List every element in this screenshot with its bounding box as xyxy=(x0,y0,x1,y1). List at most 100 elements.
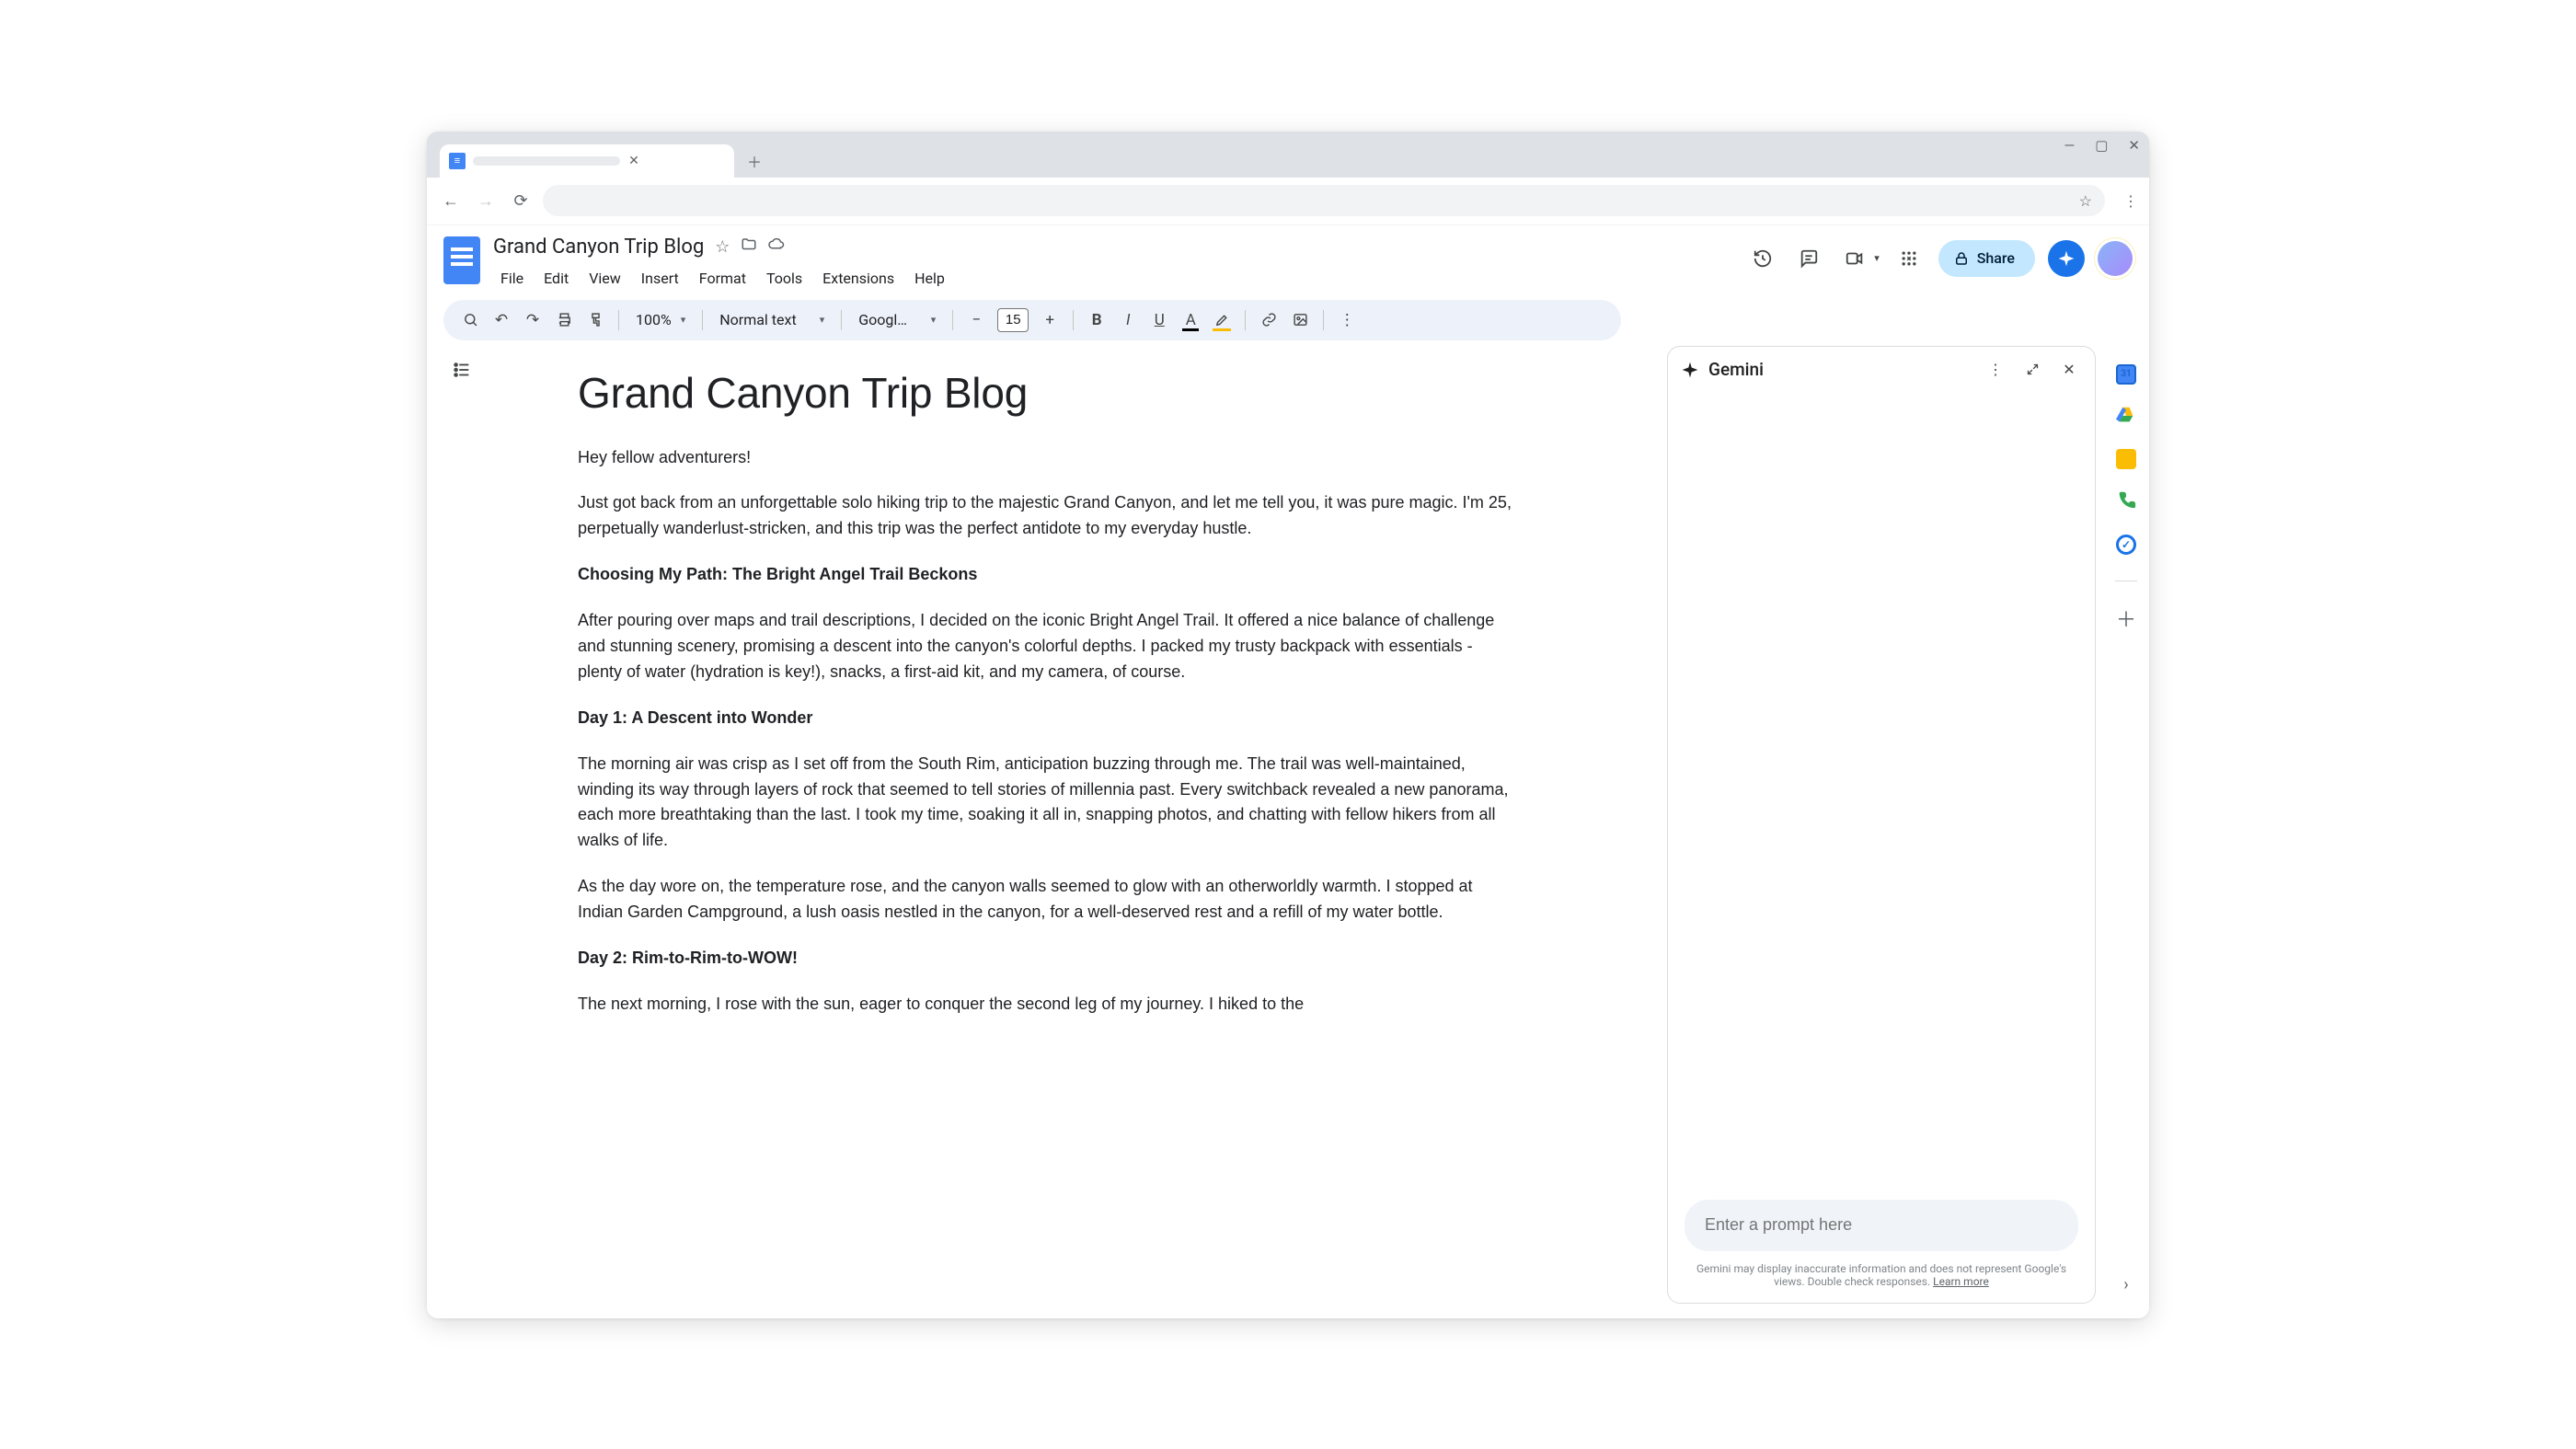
gemini-expand-icon[interactable] xyxy=(2019,357,2045,383)
menu-bar: File Edit View Insert Format Tools Exten… xyxy=(493,266,1733,291)
text-color-button[interactable]: A xyxy=(1177,306,1204,334)
menu-help[interactable]: Help xyxy=(907,266,952,291)
menu-extensions[interactable]: Extensions xyxy=(815,266,902,291)
doc-paragraph[interactable]: As the day wore on, the temperature rose… xyxy=(578,874,1516,926)
doc-paragraph[interactable]: Hey fellow adventurers! xyxy=(578,445,1516,471)
menu-insert[interactable]: Insert xyxy=(634,266,686,291)
menu-edit[interactable]: Edit xyxy=(536,266,576,291)
browser-tab-active[interactable]: ≡ ✕ xyxy=(440,144,734,178)
close-tab-icon[interactable]: ✕ xyxy=(627,154,640,168)
browser-toolbar: ← → ⟳ ☆ ⋮ xyxy=(427,178,2149,225)
print-icon[interactable] xyxy=(550,306,578,334)
star-document-icon[interactable]: ☆ xyxy=(715,237,730,257)
gemini-spark-icon xyxy=(1681,361,1699,379)
apps-icon[interactable] xyxy=(1892,242,1926,275)
maximize-button[interactable]: ▢ xyxy=(2095,137,2108,154)
gemini-side-panel: Gemini ⋮ ✕ Gemini may display inaccurate… xyxy=(1667,346,2096,1304)
address-bar[interactable]: ☆ xyxy=(543,185,2105,216)
doc-subheading[interactable]: Choosing My Path: The Bright Angel Trail… xyxy=(578,562,1516,588)
back-button[interactable]: ← xyxy=(438,191,464,211)
account-avatar[interactable] xyxy=(2098,241,2133,276)
zoom-value: 100% xyxy=(636,311,672,328)
share-label: Share xyxy=(1977,249,2015,267)
doc-paragraph[interactable]: Just got back from an unforgettable solo… xyxy=(578,490,1516,542)
font-size-control: − + xyxy=(962,306,1064,334)
forward-button: → xyxy=(473,191,499,211)
zoom-dropdown[interactable]: 100% ▾ xyxy=(628,311,693,328)
highlight-color-button[interactable] xyxy=(1208,306,1236,334)
spark-icon xyxy=(2057,249,2076,268)
browser-menu-icon[interactable]: ⋮ xyxy=(2123,192,2138,210)
tasks-app-icon[interactable] xyxy=(2116,535,2136,555)
window-controls: — ▢ ✕ xyxy=(2064,137,2140,154)
close-window-button[interactable]: ✕ xyxy=(2128,137,2140,154)
chevron-down-icon: ▾ xyxy=(681,314,686,326)
document-body[interactable]: Grand Canyon Trip Blog Hey fellow advent… xyxy=(578,368,1516,1318)
gemini-fab-button[interactable] xyxy=(2048,240,2085,277)
gemini-close-icon[interactable]: ✕ xyxy=(2056,357,2082,383)
more-toolbar-icon[interactable]: ⋮ xyxy=(1333,306,1361,334)
font-family-dropdown[interactable]: Googl… ▾ xyxy=(851,311,943,328)
document-outline-icon[interactable] xyxy=(447,355,477,385)
paint-format-icon[interactable] xyxy=(581,306,609,334)
font-size-input[interactable] xyxy=(997,308,1029,332)
new-tab-button[interactable]: ＋ xyxy=(742,148,767,174)
doc-subheading[interactable]: Day 2: Rim-to-Rim-to-WOW! xyxy=(578,946,1516,972)
reload-button[interactable]: ⟳ xyxy=(508,191,534,211)
gemini-panel-header: Gemini ⋮ ✕ xyxy=(1668,347,2095,393)
style-value: Normal text xyxy=(719,311,796,328)
share-button[interactable]: Share xyxy=(1938,240,2035,277)
browser-tab-strip: ≡ ✕ ＋ — ▢ ✕ xyxy=(427,132,2149,178)
document-meta: Grand Canyon Trip Blog ☆ File Edit View … xyxy=(493,235,1733,291)
decrease-font-icon[interactable]: − xyxy=(962,306,990,334)
comments-icon[interactable] xyxy=(1792,242,1825,275)
chevron-down-icon: ▾ xyxy=(931,314,937,326)
menu-format[interactable]: Format xyxy=(692,266,753,291)
contacts-app-icon[interactable] xyxy=(2116,489,2136,514)
increase-font-icon[interactable]: + xyxy=(1036,306,1064,334)
doc-paragraph[interactable]: The morning air was crisp as I set off f… xyxy=(578,752,1516,855)
doc-heading-1[interactable]: Grand Canyon Trip Blog xyxy=(578,368,1516,418)
menu-file[interactable]: File xyxy=(493,266,531,291)
collapse-rail-icon[interactable]: › xyxy=(2123,1275,2128,1294)
gemini-prompt-input-wrap[interactable] xyxy=(1685,1200,2078,1251)
gemini-menu-icon[interactable]: ⋮ xyxy=(1983,357,2008,383)
undo-icon[interactable]: ↶ xyxy=(488,306,515,334)
bold-button[interactable]: B xyxy=(1083,306,1110,334)
move-document-icon[interactable] xyxy=(741,236,757,258)
cloud-status-icon[interactable] xyxy=(768,236,785,258)
insert-link-icon[interactable] xyxy=(1255,306,1282,334)
menu-tools[interactable]: Tools xyxy=(759,266,810,291)
italic-button[interactable]: I xyxy=(1114,306,1142,334)
document-title[interactable]: Grand Canyon Trip Blog xyxy=(493,236,704,259)
workspace: Grand Canyon Trip Blog Hey fellow advent… xyxy=(427,340,2149,1318)
insert-image-icon[interactable] xyxy=(1286,306,1314,334)
get-addons-icon[interactable]: ＋ xyxy=(2116,604,2136,633)
underline-button[interactable]: U xyxy=(1145,306,1173,334)
gemini-learn-more-link[interactable]: Learn more xyxy=(1933,1275,1989,1288)
paragraph-style-dropdown[interactable]: Normal text ▾ xyxy=(712,311,832,328)
menu-view[interactable]: View xyxy=(581,266,628,291)
keep-app-icon[interactable] xyxy=(2116,449,2136,469)
doc-subheading[interactable]: Day 1: A Descent into Wonder xyxy=(578,706,1516,731)
drive-app-icon[interactable] xyxy=(2116,405,2136,429)
search-menus-icon[interactable] xyxy=(456,306,484,334)
header-actions: ▾ Share xyxy=(1746,240,2133,277)
chevron-down-icon: ▾ xyxy=(820,314,825,326)
redo-icon[interactable]: ↷ xyxy=(519,306,546,334)
google-side-rail: ＋ › xyxy=(2103,346,2149,1318)
google-docs-logo-icon[interactable] xyxy=(443,236,480,284)
doc-paragraph[interactable]: The next morning, I rose with the sun, e… xyxy=(578,992,1516,1018)
version-history-icon[interactable] xyxy=(1746,242,1779,275)
docs-favicon-icon: ≡ xyxy=(449,153,466,169)
calendar-app-icon[interactable] xyxy=(2116,364,2136,385)
bookmark-star-icon[interactable]: ☆ xyxy=(2079,192,2092,210)
doc-paragraph[interactable]: After pouring over maps and trail descri… xyxy=(578,608,1516,685)
gemini-prompt-input[interactable] xyxy=(1705,1215,2058,1235)
meet-dropdown-icon[interactable]: ▾ xyxy=(1874,252,1880,264)
gemini-title: Gemini xyxy=(1708,359,1764,380)
minimize-button[interactable]: — xyxy=(2064,137,2076,154)
meet-icon[interactable] xyxy=(1838,242,1871,275)
gemini-body xyxy=(1668,393,2095,1200)
docs-header: Grand Canyon Trip Blog ☆ File Edit View … xyxy=(427,225,2149,291)
